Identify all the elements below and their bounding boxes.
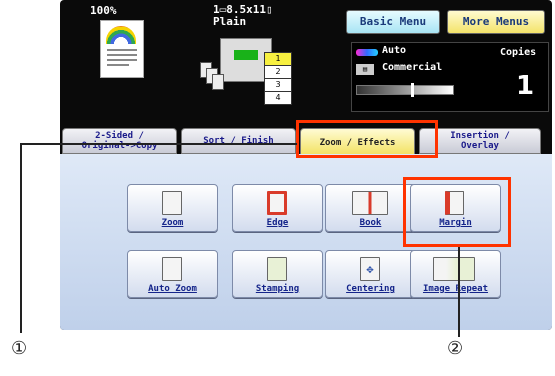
tab-sort-finish[interactable]: Sort / Finish	[181, 128, 296, 154]
auto-zoom-icon	[162, 257, 182, 281]
text-line	[107, 49, 137, 51]
rainbow-image-icon	[106, 26, 136, 44]
highlight-margin-button	[403, 177, 511, 247]
text-line	[107, 54, 137, 56]
paper-info: 1▭8.5x11▯ Plain	[213, 4, 273, 28]
edge-label: Edge	[266, 218, 289, 228]
highlight-zoom-effects-tab	[296, 120, 438, 158]
zoom-button[interactable]: Zoom	[127, 184, 218, 232]
sheet-icon	[212, 74, 224, 90]
tray-2: 2	[264, 65, 292, 79]
image-repeat-icon	[433, 257, 475, 281]
control-panel-screen: 100% 1▭8.5x11▯ Plain 1 2 3 4 Basic Menu …	[60, 0, 552, 330]
paper-path-arrow-icon	[234, 50, 258, 60]
book-label: Book	[359, 218, 382, 228]
zoom-icon	[162, 191, 182, 215]
auto-zoom-label: Auto Zoom	[148, 284, 197, 294]
auto-zoom-button[interactable]: Auto Zoom	[127, 250, 218, 298]
tray-3: 3	[264, 78, 292, 92]
callout-2-leader	[458, 247, 460, 337]
centering-label: Centering	[346, 284, 395, 294]
callout-2: ②	[447, 338, 464, 359]
callout-1-leader-vertical	[20, 143, 22, 333]
status-box: Auto Copies ▤ Commercial 1	[351, 42, 549, 112]
tab-2-sided[interactable]: 2-Sided / Original->Copy	[62, 128, 177, 154]
original-type-value: Commercial	[382, 62, 443, 73]
color-mode-value: Auto	[382, 45, 407, 56]
copies-count: 1	[516, 71, 535, 101]
zoom-percent: 100%	[90, 4, 117, 17]
document-preview	[100, 20, 144, 78]
edge-button[interactable]: Edge	[232, 184, 323, 232]
original-type-icon: ▤	[356, 64, 374, 75]
zoom-label: Zoom	[161, 218, 184, 228]
more-menus-button[interactable]: More Menus	[447, 10, 545, 34]
centering-button[interactable]: ✥ Centering	[325, 250, 416, 298]
image-repeat-label: Image Repeat	[422, 284, 489, 294]
centering-icon: ✥	[360, 257, 380, 281]
color-mode-icon	[356, 49, 378, 56]
edge-icon	[267, 191, 287, 215]
basic-menu-button[interactable]: Basic Menu	[346, 10, 440, 34]
stamping-button[interactable]: Stamping	[232, 250, 323, 298]
book-icon	[352, 191, 388, 215]
stamping-label: Stamping	[255, 284, 300, 294]
callout-1-leader-horizontal	[20, 143, 297, 145]
stamping-icon	[267, 257, 287, 281]
text-line	[107, 64, 129, 66]
copier-machine-icon: 1 2 3 4	[200, 34, 292, 110]
tray-4: 4	[264, 91, 292, 105]
density-bar	[356, 83, 454, 97]
copies-label: Copies	[500, 47, 537, 58]
image-repeat-button[interactable]: Image Repeat	[410, 250, 501, 298]
text-line	[107, 59, 137, 61]
density-marker	[411, 83, 414, 97]
paper-type: Plain	[213, 15, 247, 28]
callout-1: ①	[11, 338, 28, 359]
tray-1: 1	[264, 52, 292, 66]
